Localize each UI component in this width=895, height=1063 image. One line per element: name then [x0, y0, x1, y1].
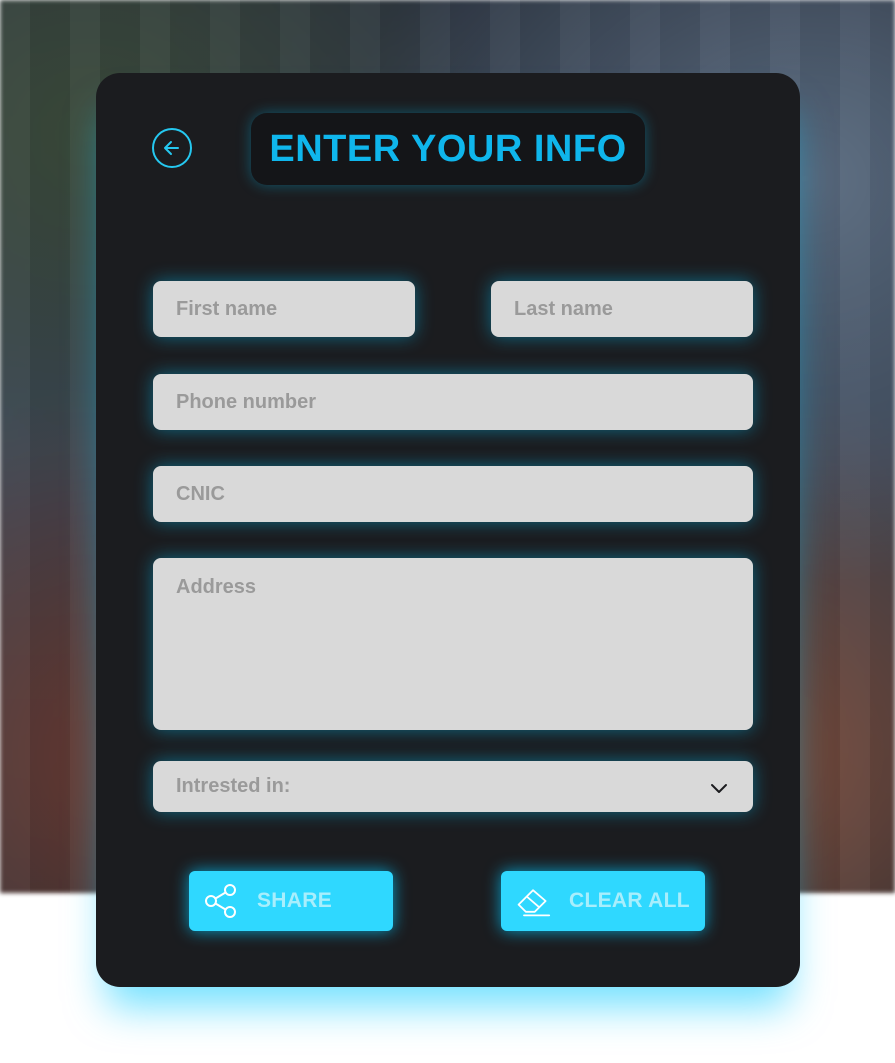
info-form-card: ENTER YOUR INFO First name Last name Pho… — [96, 73, 800, 987]
share-button[interactable]: SHARE — [189, 871, 393, 931]
last-name-placeholder: Last name — [514, 297, 613, 320]
first-name-field[interactable]: First name — [153, 281, 415, 337]
chevron-down-icon — [711, 784, 727, 793]
cnic-placeholder: CNIC — [176, 482, 225, 505]
share-label: SHARE — [257, 889, 333, 912]
eraser-icon — [517, 889, 551, 917]
phone-number-placeholder: Phone number — [176, 390, 317, 413]
address-textarea[interactable]: Address — [153, 558, 753, 730]
cnic-field[interactable]: CNIC — [153, 466, 753, 522]
interest-placeholder: Intrested in: — [176, 775, 291, 797]
share-icon — [205, 884, 236, 918]
back-button[interactable] — [152, 128, 192, 168]
first-name-placeholder: First name — [176, 297, 278, 320]
clear-all-label: CLEAR ALL — [569, 889, 690, 912]
phone-number-field[interactable]: Phone number — [153, 374, 753, 430]
last-name-field[interactable]: Last name — [491, 281, 753, 337]
title-container: ENTER YOUR INFO — [251, 113, 645, 185]
address-placeholder: Address — [176, 576, 257, 598]
interest-dropdown[interactable]: Intrested in: — [153, 761, 753, 812]
clear-all-button[interactable]: CLEAR ALL — [501, 871, 705, 931]
arrow-left-icon — [164, 141, 179, 155]
page-title: ENTER YOUR INFO — [269, 127, 627, 170]
